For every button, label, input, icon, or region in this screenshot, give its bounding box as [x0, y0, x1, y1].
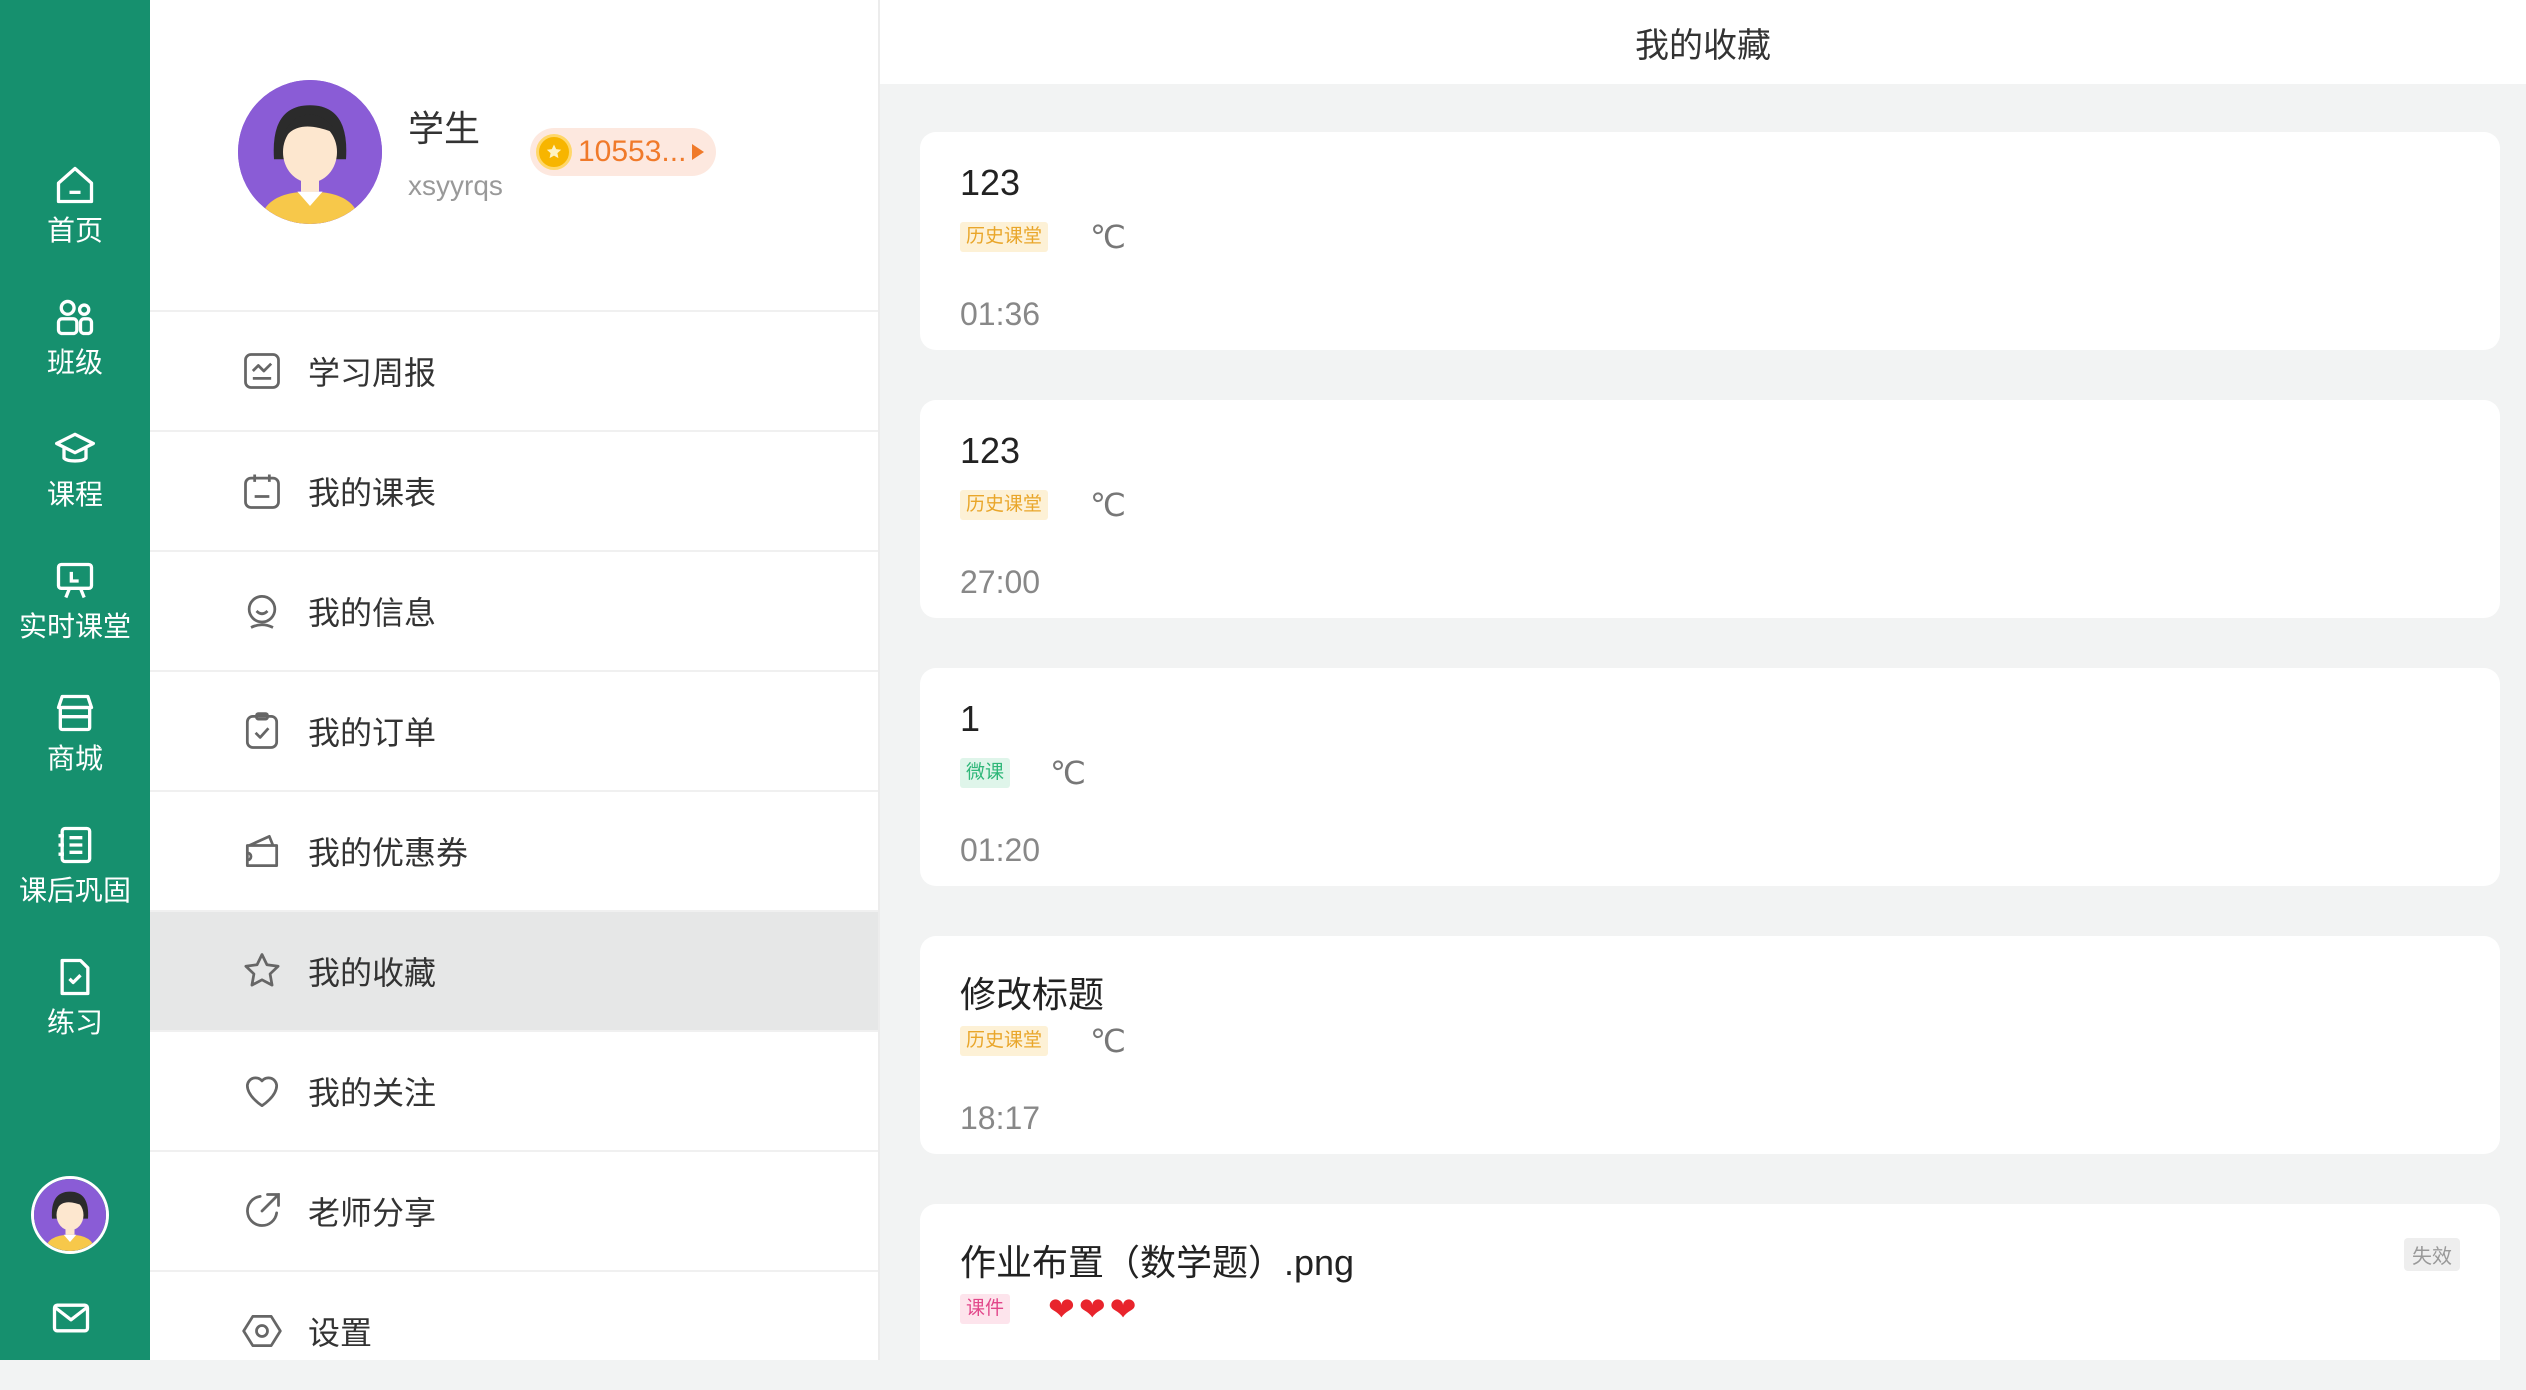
store-icon [56, 694, 94, 732]
heart-rating: ❤❤❤ [1048, 1291, 1141, 1327]
favorite-duration: 27:00 [960, 564, 1041, 600]
avatar-illustration [34, 1179, 106, 1251]
favorite-card[interactable]: 123 历史课堂 ℃ 01:36 [920, 132, 2500, 350]
nav-item-home[interactable]: 首页 [0, 150, 150, 260]
nav-item-label: 课后巩固 [18, 875, 131, 906]
menu-item-label: 老师分享 [308, 1195, 437, 1231]
menu-item-favorites[interactable]: 我的收藏 [150, 910, 878, 1030]
home-icon [56, 166, 94, 204]
nav-item-class[interactable]: 班级 [0, 282, 150, 392]
menu-item-label: 我的关注 [308, 1075, 437, 1111]
settings-icon [242, 1314, 282, 1348]
menu-item-label: 学习周报 [308, 355, 437, 391]
menu-item-label: 我的订单 [308, 715, 437, 751]
favorite-tag: 历史课堂 [960, 222, 1049, 252]
coin-icon [536, 134, 572, 170]
menu-item-following[interactable]: 我的关注 [150, 1030, 878, 1150]
profile-name: 学生 [408, 108, 481, 149]
coin-balance-badge[interactable]: 10553... [530, 128, 717, 176]
share-icon [246, 1193, 280, 1227]
favorite-card[interactable]: 作业布置（数学题）.png 课件 ❤❤❤ 失效 [920, 1204, 2500, 1360]
favorite-duration: 18:17 [960, 1100, 1041, 1136]
order-icon [245, 712, 279, 749]
profile-avatar[interactable] [238, 80, 382, 224]
nav-item-after-class[interactable]: 课后巩固 [0, 810, 150, 920]
favorite-title: 123 [960, 430, 1021, 471]
favorite-title: 修改标题 [960, 974, 1105, 1015]
notebook-icon [58, 826, 92, 864]
menu-item-label: 我的收藏 [308, 955, 437, 991]
favorites-content: 我的收藏 123 历史课堂 ℃ 01:36 123 历史课堂 ℃ 27:00 1… [880, 0, 2526, 1360]
menu-item-teacher-share[interactable]: 老师分享 [150, 1150, 878, 1270]
user-info-icon [247, 594, 277, 629]
menu-item-label: 设置 [308, 1315, 373, 1351]
favorite-unit: ℃ [1090, 487, 1126, 523]
status-badge: 失效 [2404, 1238, 2460, 1271]
menu-item-orders[interactable]: 我的订单 [150, 670, 878, 790]
favorite-tag: 历史课堂 [960, 1026, 1049, 1056]
mail-icon[interactable] [49, 1296, 93, 1340]
live-classroom-icon [56, 562, 94, 599]
favorite-unit: ℃ [1090, 1023, 1126, 1059]
menu-item-label: 我的优惠券 [308, 835, 469, 871]
practice-icon [60, 958, 90, 996]
nav-rail: 首页 班级 课程 实时课堂 商城 课后巩固 练习 [0, 0, 150, 1360]
favorite-unit: ℃ [1050, 755, 1086, 791]
favorite-card[interactable]: 1 微课 ℃ 01:20 [920, 668, 2500, 886]
heart-icon [245, 1076, 279, 1108]
nav-item-live-classroom[interactable]: 实时课堂 [0, 546, 150, 656]
nav-item-store[interactable]: 商城 [0, 678, 150, 788]
nav-item-course[interactable]: 课程 [0, 414, 150, 524]
favorite-unit: ℃ [1090, 219, 1126, 255]
class-icon [56, 299, 94, 336]
menu-item-settings[interactable]: 设置 [150, 1270, 878, 1390]
menu-item-label: 我的信息 [308, 595, 437, 631]
favorite-title: 作业布置（数学题）.png [960, 1242, 1355, 1283]
favorite-title: 123 [960, 162, 1021, 203]
menu-item-schedule[interactable]: 我的课表 [150, 430, 878, 550]
avatar-illustration [238, 80, 382, 224]
favorite-tag: 微课 [960, 758, 1011, 788]
page-title: 我的收藏 [880, 0, 2526, 84]
menu-item-coupons[interactable]: 我的优惠券 [150, 790, 878, 910]
star-icon [244, 953, 280, 987]
nav-item-label: 首页 [46, 215, 103, 246]
favorite-duration: 01:20 [960, 832, 1041, 868]
favorite-duration: 01:36 [960, 296, 1041, 332]
chevron-right-icon [692, 144, 705, 160]
coupon-icon [245, 834, 279, 868]
favorite-tag: 历史课堂 [960, 490, 1049, 520]
nav-item-label: 课程 [46, 479, 103, 510]
nav-item-label: 商城 [46, 743, 103, 774]
favorite-card[interactable]: 修改标题 历史课堂 ℃ 18:17 [920, 936, 2500, 1154]
avatar[interactable] [31, 1176, 109, 1254]
profile-username: xsyyrqs [408, 170, 503, 201]
profile-menu: 学习周报 我的课表 我的信息 我的订单 我的优惠券 我的收藏 我的关注 老师分享… [150, 310, 878, 1390]
profile-panel: 学生 xsyyrqs 10553... 学习周报 我的课表 我的信息 我的订单 … [150, 0, 880, 1360]
menu-item-weekly-report[interactable]: 学习周报 [150, 310, 878, 430]
menu-item-label: 我的课表 [308, 475, 437, 511]
nav-item-label: 实时课堂 [18, 611, 131, 642]
menu-item-my-info[interactable]: 我的信息 [150, 550, 878, 670]
favorite-tag: 课件 [960, 1294, 1011, 1324]
graduation-cap-icon [55, 432, 95, 463]
nav-item-practice[interactable]: 练习 [0, 942, 150, 1052]
favorite-card[interactable]: 123 历史课堂 ℃ 27:00 [920, 400, 2500, 618]
coin-amount: 10553... [578, 135, 687, 168]
nav-item-label: 练习 [46, 1007, 103, 1038]
favorite-title: 1 [960, 698, 981, 739]
nav-item-label: 班级 [46, 347, 103, 378]
calendar-icon [244, 474, 280, 509]
weekly-report-icon [244, 353, 280, 389]
